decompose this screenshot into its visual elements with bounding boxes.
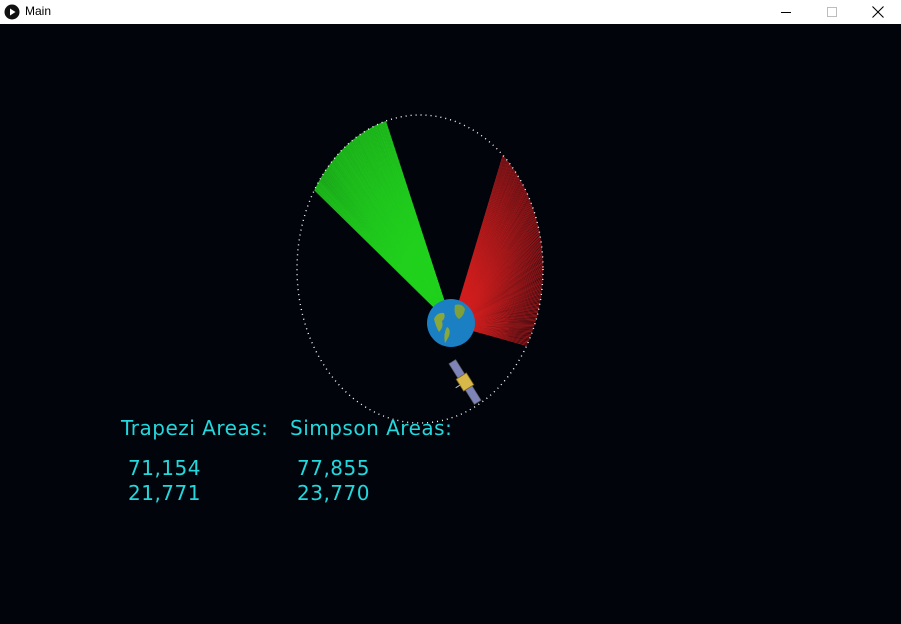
satellite-icon — [448, 359, 482, 405]
trapezi-value-2: 21,771 — [128, 481, 201, 505]
orbit-visualization — [296, 114, 544, 424]
simpson-value-2: 23,770 — [297, 481, 370, 505]
window-titlebar[interactable]: Main — [0, 0, 901, 24]
maximize-button[interactable] — [809, 0, 855, 24]
simpson-value-1: 77,855 — [297, 456, 370, 480]
close-button[interactable] — [855, 0, 901, 24]
trapezi-heading: Trapezi Areas: — [121, 416, 269, 440]
simulation-canvas: Trapezi Areas: Simpson Areas: 71,154 21,… — [0, 24, 901, 624]
trapezi-value-1: 71,154 — [128, 456, 201, 480]
earth-icon — [427, 299, 475, 347]
maximize-icon — [827, 7, 837, 17]
window-title: Main — [25, 4, 52, 18]
simpson-heading: Simpson Areas: — [290, 416, 453, 440]
minimize-icon — [781, 12, 791, 13]
green-area-sector — [314, 120, 453, 326]
close-icon — [872, 6, 884, 18]
play-circle-icon — [4, 4, 20, 20]
minimize-button[interactable] — [763, 0, 809, 24]
